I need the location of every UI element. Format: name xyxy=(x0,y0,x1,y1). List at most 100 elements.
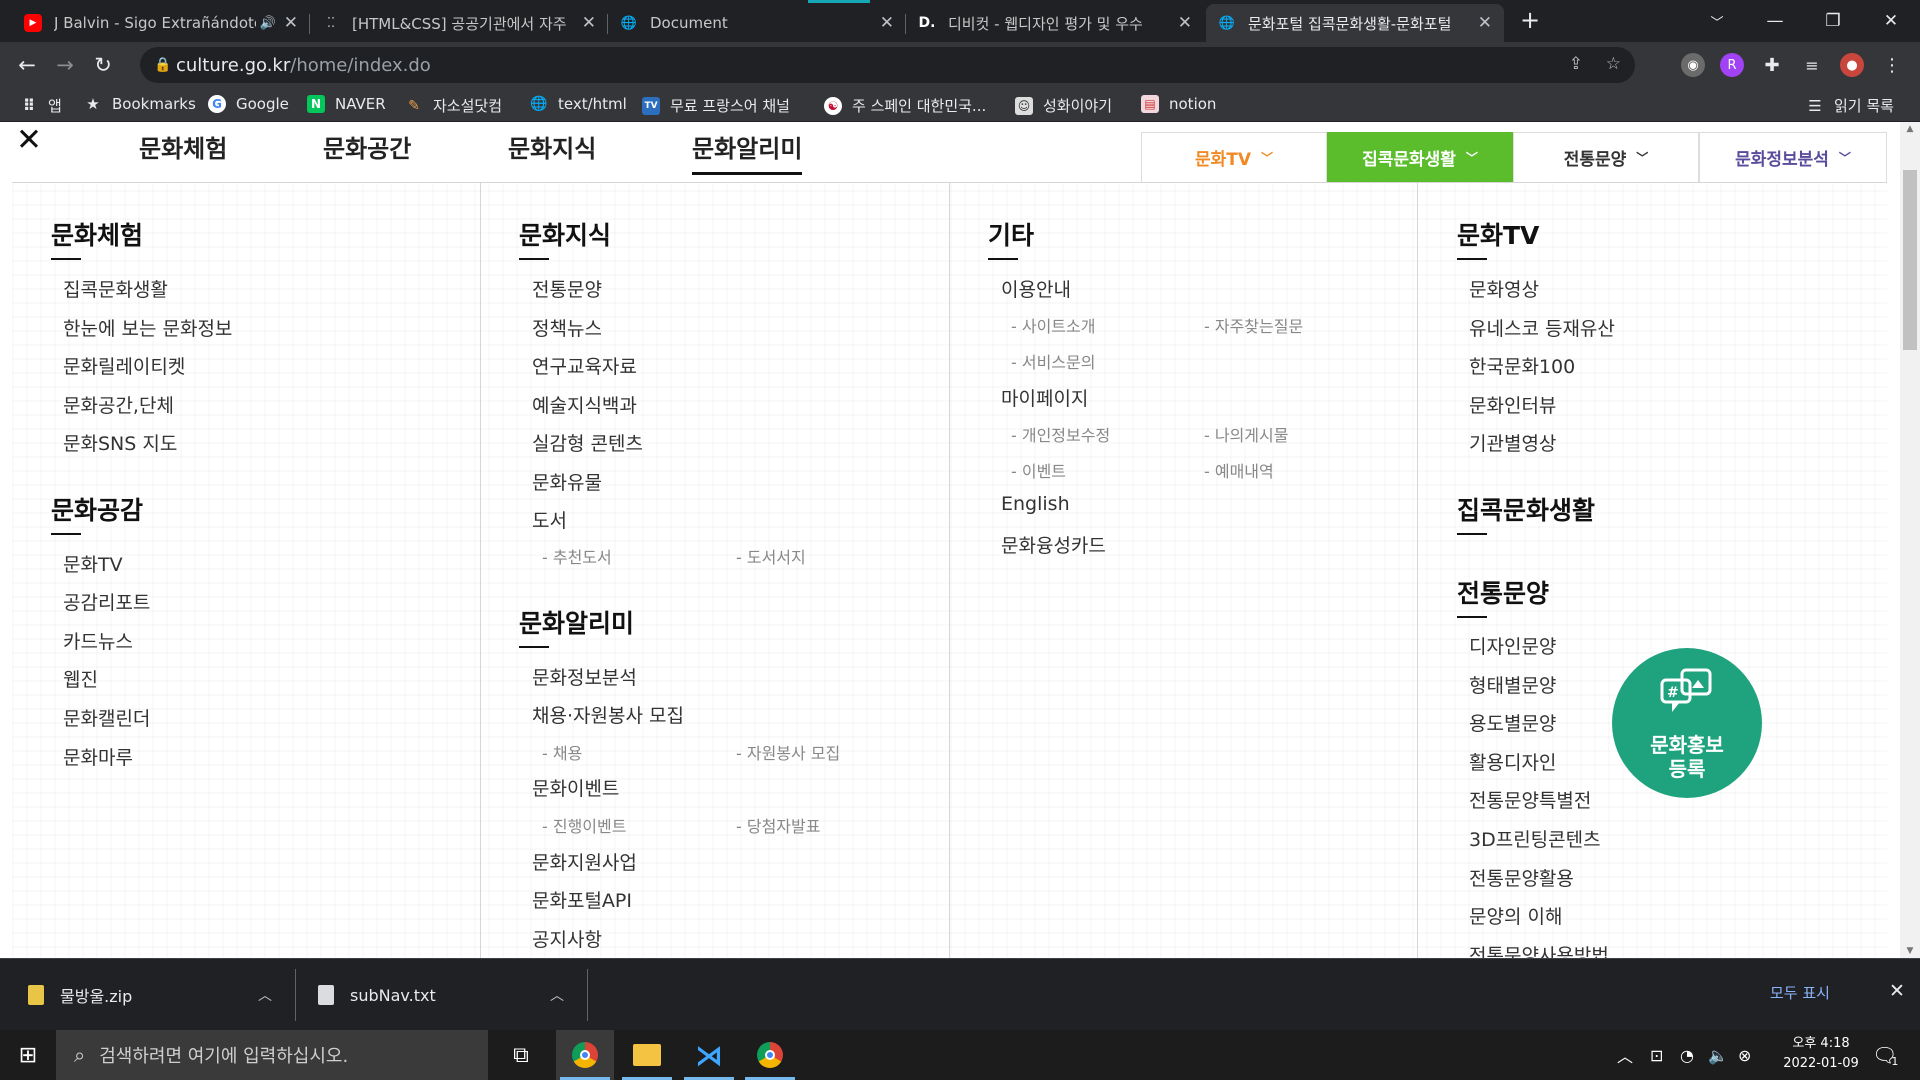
close-tab-icon[interactable]: ✕ xyxy=(284,13,298,33)
menu-item[interactable]: 유네스코 등재유산 xyxy=(1469,314,1615,341)
menu-item[interactable]: 한국문화100 xyxy=(1469,352,1575,379)
menu-item[interactable]: 한눈에 보는 문화정보 xyxy=(63,314,232,341)
quick-menu-culture-analysis[interactable]: 문화정보분석 ﹀ xyxy=(1699,132,1887,182)
section-title[interactable]: 기타 xyxy=(988,216,1034,260)
bookmark-notion[interactable]: ▤ notion xyxy=(1141,95,1216,113)
close-window-icon[interactable]: ✕ xyxy=(1862,11,1920,31)
vscode-icon[interactable]: ⋊ xyxy=(680,1030,738,1080)
lock-icon[interactable]: 🔒 xyxy=(154,57,176,73)
menu-item[interactable]: 문화인터뷰 xyxy=(1469,391,1556,418)
menu-item[interactable]: 형태별문양 xyxy=(1469,671,1556,698)
sub-menu-item[interactable]: - 추천도서 xyxy=(542,544,612,568)
chrome-app-icon[interactable] xyxy=(741,1030,799,1080)
share-icon[interactable]: ⇪ xyxy=(1569,54,1583,74)
menu-item[interactable]: 채용·자원봉사 모집 xyxy=(532,701,684,728)
menu-item[interactable]: 공지사항 xyxy=(532,925,602,952)
close-download-bar-icon[interactable]: ✕ xyxy=(1889,980,1905,1002)
menu-item[interactable]: 웹진 xyxy=(63,665,98,692)
menu-item[interactable]: 문화융성카드 xyxy=(1001,531,1106,558)
sub-menu-item[interactable]: - 도서서지 xyxy=(736,544,806,568)
menu-item[interactable]: 집콕문화생활 xyxy=(63,275,168,302)
extension-icon[interactable]: R xyxy=(1720,53,1744,77)
bookmark-naver[interactable]: N NAVER xyxy=(307,95,386,113)
puzzle-icon[interactable]: ✚ xyxy=(1760,53,1784,77)
close-tab-icon[interactable]: ✕ xyxy=(880,13,894,33)
page-scrollbar[interactable]: ▲ ▼ xyxy=(1900,122,1920,958)
section-title[interactable]: 문화알리미 xyxy=(519,604,634,648)
task-view-icon[interactable]: ⧉ xyxy=(492,1030,550,1080)
menu-item[interactable]: 문화릴레이티켓 xyxy=(63,352,185,379)
sub-menu-item[interactable]: - 서비스문의 xyxy=(1011,349,1095,373)
file-explorer-icon[interactable] xyxy=(618,1030,676,1080)
bookmark-french-channel[interactable]: TV 무료 프랑스어 채널 xyxy=(642,95,790,116)
browser-tab[interactable]: ⁚⁚ [HTML&CSS] 공공기관에서 자주 ✕ xyxy=(310,4,608,42)
bookmark-text-html[interactable]: 🌐 text/html xyxy=(530,95,627,113)
bookmark-folder[interactable]: ★ Bookmarks xyxy=(84,95,196,113)
menu-item[interactable]: 문화유물 xyxy=(532,468,602,495)
close-tab-icon[interactable]: ✕ xyxy=(582,13,596,33)
taskbar-search-box[interactable]: ⌕ 검색하려면 여기에 입력하십시오. xyxy=(56,1030,488,1080)
sub-menu-item[interactable]: - 이벤트 xyxy=(1011,458,1066,482)
gnb-item[interactable]: 문화공간 xyxy=(323,129,411,164)
sub-menu-item[interactable]: - 개인정보수정 xyxy=(1011,422,1110,446)
bookmark-embassy[interactable]: ☯ 주 스페인 대한민국... xyxy=(824,95,986,116)
menu-item[interactable]: 문화이벤트 xyxy=(532,774,619,801)
menu-item[interactable]: 문화TV xyxy=(63,550,123,577)
section-title[interactable]: 전통문양 xyxy=(1457,574,1549,618)
chrome-app-icon[interactable] xyxy=(556,1030,614,1080)
close-menu-icon[interactable]: ✕ xyxy=(16,122,42,158)
menu-item[interactable]: 도서 xyxy=(532,506,567,533)
menu-item[interactable]: 마이페이지 xyxy=(1001,384,1088,411)
tray-overflow-icon[interactable]: ︿ xyxy=(1617,1030,1633,1080)
menu-item[interactable]: English xyxy=(1001,493,1070,515)
menu-item[interactable]: 전통문양활용 xyxy=(1469,864,1574,891)
back-icon[interactable]: ← xyxy=(8,53,46,77)
browser-tab[interactable]: 🌐 Document ✕ xyxy=(608,4,906,42)
menu-item[interactable]: 문화캘린더 xyxy=(63,704,150,731)
close-tab-icon[interactable]: ✕ xyxy=(1478,13,1492,33)
menu-item[interactable]: 전통문양 xyxy=(532,275,602,302)
sub-menu-item[interactable]: - 자주찾는질문 xyxy=(1204,313,1303,337)
sub-menu-item[interactable]: - 당첨자발표 xyxy=(736,813,820,837)
menu-item[interactable]: 문화공간,단체 xyxy=(63,391,174,418)
menu-item[interactable]: 카드뉴스 xyxy=(63,627,133,654)
menu-item[interactable]: 문화정보분석 xyxy=(532,663,637,690)
menu-item[interactable]: 기관별영상 xyxy=(1469,429,1556,456)
bookmark-apps[interactable]: ⠿ 앱 xyxy=(20,95,62,116)
sub-menu-item[interactable]: - 자원봉사 모집 xyxy=(736,740,840,764)
scrollbar-thumb[interactable] xyxy=(1903,170,1917,350)
notification-center-icon[interactable]: 🗨 1 xyxy=(1872,1030,1898,1080)
browser-tab[interactable]: D. 디비컷 - 웹디자인 평가 및 우수 ✕ xyxy=(906,4,1204,42)
sub-menu-item[interactable]: - 나의게시물 xyxy=(1204,422,1288,446)
volume-icon[interactable]: 🔈 xyxy=(1708,1030,1728,1080)
windows-start-icon[interactable]: ⊞ xyxy=(0,1030,56,1080)
menu-item[interactable]: 용도별문양 xyxy=(1469,709,1556,736)
menu-item[interactable]: 문화지원사업 xyxy=(532,848,637,875)
speaker-icon[interactable]: 🔊 xyxy=(260,16,276,31)
bookmark-star-icon[interactable]: ☆ xyxy=(1606,54,1621,74)
tray-app-icon[interactable]: ⊡ xyxy=(1650,1030,1663,1080)
menu-item[interactable]: 3D프린팅콘텐츠 xyxy=(1469,825,1601,852)
menu-item[interactable]: 공감리포트 xyxy=(63,588,150,615)
menu-item[interactable]: 이용안내 xyxy=(1001,275,1071,302)
menu-item[interactable]: 정책뉴스 xyxy=(532,314,602,341)
section-title[interactable]: 문화공감 xyxy=(51,491,143,535)
menu-item[interactable]: 문화포털API xyxy=(532,886,632,913)
culture-promotion-register-button[interactable]: # 문화홍보 등록 xyxy=(1612,648,1762,798)
section-title[interactable]: 문화TV xyxy=(1457,216,1539,260)
chevron-up-icon[interactable]: ︿ xyxy=(258,985,272,1005)
menu-item[interactable]: 예술지식백과 xyxy=(532,391,637,418)
tab-search-icon[interactable]: ﹀ xyxy=(1688,12,1746,31)
bookmark-google[interactable]: G Google xyxy=(208,95,289,113)
gnb-item-active[interactable]: 문화알리미 xyxy=(692,129,803,175)
section-title[interactable]: 집콕문화생활 xyxy=(1457,491,1595,535)
browser-tab-active[interactable]: 🌐 문화포털 집콕문화생활-문화포털 ✕ xyxy=(1206,4,1504,42)
taskbar-clock[interactable]: 오후 4:18 2022-01-09 xyxy=(1766,1034,1876,1074)
download-item[interactable]: subNav.txt ︿ xyxy=(318,959,568,1031)
bookmark-seonghwa[interactable]: ☺ 성화이야기 xyxy=(1015,95,1112,116)
address-bar[interactable]: 🔒 culture.go.kr/home/index.do ⇪ ☆ xyxy=(140,47,1635,83)
bookmark-jasoseol[interactable]: ✎ 자소설닷컴 xyxy=(405,95,502,116)
menu-item[interactable]: 전통문양사용방법 xyxy=(1469,941,1609,958)
menu-item[interactable]: 전통문양특별전 xyxy=(1469,786,1591,813)
quick-menu-traditional-pattern[interactable]: 전통문양 ﹀ xyxy=(1513,132,1699,182)
